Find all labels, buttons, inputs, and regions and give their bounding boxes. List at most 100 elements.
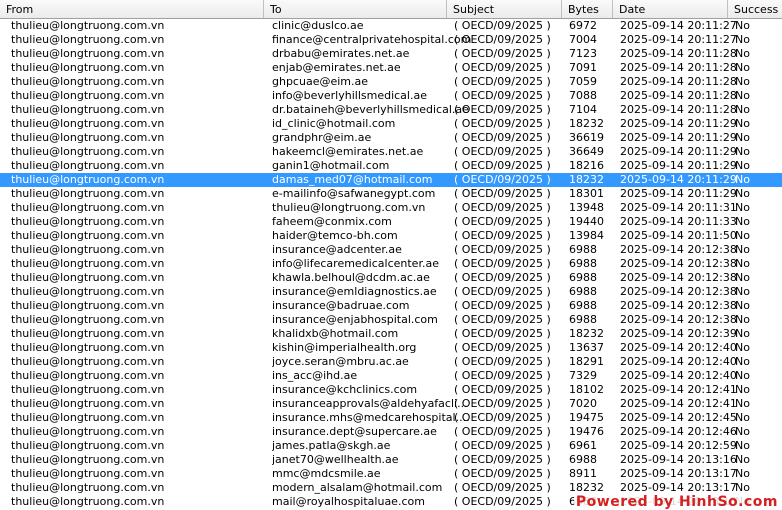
cell-from: thulieu@longtruong.com.vn xyxy=(11,439,165,452)
table-row[interactable]: thulieu@longtruong.com.vn joyce.seran@mbr… xyxy=(0,355,782,369)
table-row[interactable]: thulieu@longtruong.com.vn hakeemcl@emirat… xyxy=(0,145,782,159)
cell-to: id_clinic@hotmail.com xyxy=(272,117,396,130)
cell-from: thulieu@longtruong.com.vn xyxy=(11,229,165,242)
table-row[interactable]: thulieu@longtruong.com.vn drbabu@emirates… xyxy=(0,47,782,61)
table-row[interactable]: thulieu@longtruong.com.vn insuranceapprov… xyxy=(0,397,782,411)
table-row[interactable]: thulieu@longtruong.com.vn thulieu@longtru… xyxy=(0,201,782,215)
cell-bytes: 18232 xyxy=(569,327,604,340)
cell-success: No xyxy=(735,411,750,424)
cell-to: ganin1@hotmail.com xyxy=(272,159,390,172)
cell-success: No xyxy=(735,439,750,452)
table-row[interactable]: thulieu@longtruong.com.vn grandphr@eim.ae… xyxy=(0,131,782,145)
cell-date: 2025-09-14 20:12:41 xyxy=(620,397,737,410)
table-row[interactable]: thulieu@longtruong.com.vn ins_acc@ihd.ae (… xyxy=(0,369,782,383)
table-row[interactable]: thulieu@longtruong.com.vn faheem@conmix.c… xyxy=(0,215,782,229)
table-row[interactable]: thulieu@longtruong.com.vn insurance.dept@… xyxy=(0,425,782,439)
cell-from: thulieu@longtruong.com.vn xyxy=(11,145,165,158)
table-row[interactable]: thulieu@longtruong.com.vn ghpcuae@eim.ae (… xyxy=(0,75,782,89)
cell-bytes: 13637 xyxy=(569,341,604,354)
table-row[interactable]: thulieu@longtruong.com.vn janet70@wellhea… xyxy=(0,453,782,467)
cell-subject: ( OECD/09/2025 ) xyxy=(454,173,551,186)
table-row[interactable]: thulieu@longtruong.com.vn modern_alsalam@… xyxy=(0,481,782,495)
table-row[interactable]: thulieu@longtruong.com.vn james.patla@skg… xyxy=(0,439,782,453)
cell-bytes: 19476 xyxy=(569,425,604,438)
cell-subject: ( OECD/09/2025 ) xyxy=(454,75,551,88)
table-row[interactable]: thulieu@longtruong.com.vn ganin1@hotmail.… xyxy=(0,159,782,173)
cell-subject: ( OECD/09/2025 ) xyxy=(454,187,551,200)
table-row[interactable]: thulieu@longtruong.com.vn kishin@imperial… xyxy=(0,341,782,355)
cell-date: 2025-09-14 20:12:40 xyxy=(620,369,737,382)
table-row[interactable]: thulieu@longtruong.com.vn info@beverlyhil… xyxy=(0,89,782,103)
table-row[interactable]: thulieu@longtruong.com.vn insurance@badru… xyxy=(0,299,782,313)
table-row[interactable]: thulieu@longtruong.com.vn clinic@duslco.a… xyxy=(0,19,782,33)
cell-subject: ( OECD/09/2025 ) xyxy=(454,131,551,144)
cell-subject: ( OECD/09/2025 ) xyxy=(454,313,551,326)
table-row[interactable]: thulieu@longtruong.com.vn mmc@mdcsmile.ae… xyxy=(0,467,782,481)
cell-from: thulieu@longtruong.com.vn xyxy=(11,341,165,354)
table-row[interactable]: thulieu@longtruong.com.vn dr.bataineh@bev… xyxy=(0,103,782,117)
cell-success: No xyxy=(735,173,750,186)
cell-from: thulieu@longtruong.com.vn xyxy=(11,481,165,494)
cell-date: 2025-09-14 20:11:28 xyxy=(620,89,737,102)
column-header-date[interactable]: Date xyxy=(613,0,728,18)
column-header-to[interactable]: To xyxy=(264,0,447,18)
table-row[interactable]: thulieu@longtruong.com.vn insurance@adcen… xyxy=(0,243,782,257)
cell-success: No xyxy=(735,33,750,46)
cell-success: No xyxy=(735,313,750,326)
table-row[interactable]: thulieu@longtruong.com.vn haider@temco-bh… xyxy=(0,229,782,243)
cell-subject: ( OECD/09/2025 ) xyxy=(454,411,551,424)
cell-to: dr.bataineh@beverlyhillsmedical.ae xyxy=(272,103,469,116)
cell-from: thulieu@longtruong.com.vn xyxy=(11,89,165,102)
cell-subject: ( OECD/09/2025 ) xyxy=(454,397,551,410)
table-row-selected[interactable]: thulieu@longtruong.com.vn damas_med07@hot… xyxy=(0,173,782,187)
table-row[interactable]: thulieu@longtruong.com.vn khalidxb@hotmai… xyxy=(0,327,782,341)
table-row[interactable]: thulieu@longtruong.com.vn insurance.mhs@m… xyxy=(0,411,782,425)
cell-date: 2025-09-14 20:12:38 xyxy=(620,243,737,256)
cell-from: thulieu@longtruong.com.vn xyxy=(11,313,165,326)
table-row[interactable]: thulieu@longtruong.com.vn e-mailinfo@safw… xyxy=(0,187,782,201)
cell-bytes: 36649 xyxy=(569,145,604,158)
cell-bytes: 18232 xyxy=(569,117,604,130)
cell-to: info@lifecaremedicalcenter.ae xyxy=(272,257,439,270)
cell-success: No xyxy=(735,103,750,116)
cell-to: insurance.mhs@medcarehospital.... xyxy=(272,411,470,424)
cell-success: No xyxy=(735,425,750,438)
cell-from: thulieu@longtruong.com.vn xyxy=(11,173,165,186)
table-row[interactable]: thulieu@longtruong.com.vn insurance@kchcl… xyxy=(0,383,782,397)
cell-success: No xyxy=(735,117,750,130)
cell-date: 2025-09-14 20:11:27 xyxy=(620,33,737,46)
cell-to: kishin@imperialhealth.org xyxy=(272,341,417,354)
table-row[interactable]: thulieu@longtruong.com.vn khawla.belhoul@… xyxy=(0,271,782,285)
column-header-subject[interactable]: Subject xyxy=(447,0,562,18)
cell-subject: ( OECD/09/2025 ) xyxy=(454,425,551,438)
cell-success: No xyxy=(735,271,750,284)
cell-date: 2025-09-14 20:11:28 xyxy=(620,103,737,116)
cell-success: No xyxy=(735,19,750,32)
table-row[interactable]: thulieu@longtruong.com.vn info@lifecareme… xyxy=(0,257,782,271)
cell-subject: ( OECD/09/2025 ) xyxy=(454,159,551,172)
column-header-from[interactable]: From xyxy=(0,0,264,18)
table-row[interactable]: thulieu@longtruong.com.vn insurance@enjab… xyxy=(0,313,782,327)
table-row[interactable]: thulieu@longtruong.com.vn enjab@emirates.… xyxy=(0,61,782,75)
cell-subject: ( OECD/09/2025 ) xyxy=(454,19,551,32)
column-header-success[interactable]: Success xyxy=(728,0,782,18)
cell-bytes: 18102 xyxy=(569,383,604,396)
cell-from: thulieu@longtruong.com.vn xyxy=(11,397,165,410)
cell-bytes: 6988 xyxy=(569,243,597,256)
column-header-bytes[interactable]: Bytes xyxy=(562,0,613,18)
cell-date: 2025-09-14 20:12:39 xyxy=(620,327,737,340)
cell-success: No xyxy=(735,243,750,256)
cell-success: No xyxy=(735,383,750,396)
cell-from: thulieu@longtruong.com.vn xyxy=(11,131,165,144)
table-row[interactable]: thulieu@longtruong.com.vn insurance@emldi… xyxy=(0,285,782,299)
cell-date: 2025-09-14 20:11:28 xyxy=(620,61,737,74)
cell-bytes: 6988 xyxy=(569,257,597,270)
table-header: From To Subject Bytes Date Success xyxy=(0,0,782,19)
cell-to: modern_alsalam@hotmail.com xyxy=(272,481,443,494)
cell-from: thulieu@longtruong.com.vn xyxy=(11,411,165,424)
cell-date: 2025-09-14 20:12:38 xyxy=(620,257,737,270)
table-row[interactable]: thulieu@longtruong.com.vn id_clinic@hotma… xyxy=(0,117,782,131)
cell-date: 2025-09-14 20:12:38 xyxy=(620,313,737,326)
table-row[interactable]: thulieu@longtruong.com.vn finance@central… xyxy=(0,33,782,47)
cell-from: thulieu@longtruong.com.vn xyxy=(11,453,165,466)
